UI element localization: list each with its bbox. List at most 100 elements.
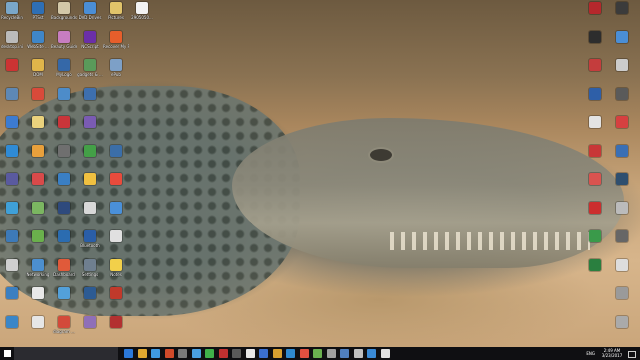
- desktop-icon-35[interactable]: [25, 201, 51, 215]
- desktop-right-icon-12[interactable]: [582, 173, 608, 186]
- desktop-icon-43[interactable]: [103, 230, 129, 243]
- desktop-icon-11[interactable]: [0, 59, 25, 72]
- taskbar-app-icon[interactable]: [164, 349, 174, 358]
- taskbar-app-icon[interactable]: [137, 349, 147, 358]
- desktop-icon-53[interactable]: [103, 287, 129, 300]
- desktop-right-icon-1[interactable]: [609, 2, 635, 15]
- desktop-right-icon-5[interactable]: [609, 59, 635, 72]
- desktop-right-icon-0[interactable]: [582, 2, 608, 15]
- desktop-icon-55[interactable]: [25, 315, 51, 329]
- desktop-icon-37[interactable]: [77, 201, 103, 215]
- desktop-icon-29[interactable]: [0, 173, 25, 186]
- desktop-icon-44[interactable]: [0, 258, 25, 272]
- desktop-right-icon-21[interactable]: [609, 315, 635, 329]
- desktop-icon-42[interactable]: Bluetooth: [77, 230, 103, 248]
- desktop-icon-12[interactable]: DOM: [25, 59, 51, 77]
- taskbar-app-icon[interactable]: [286, 349, 295, 358]
- desktop-icon-28[interactable]: [103, 144, 129, 158]
- notification-icon[interactable]: [628, 351, 636, 358]
- taskbar-app-icon[interactable]: [353, 349, 363, 358]
- desktop-icon-26[interactable]: [51, 144, 77, 158]
- taskbar-app-icon[interactable]: [191, 349, 201, 358]
- taskbar-app-icon[interactable]: [259, 349, 268, 358]
- desktop-icon-22[interactable]: [51, 116, 77, 129]
- desktop-right-icon-17[interactable]: [609, 230, 635, 243]
- taskbar-app-icon[interactable]: [232, 349, 241, 358]
- desktop-right-icon-6[interactable]: [582, 87, 608, 101]
- desktop-icon-30[interactable]: [25, 173, 51, 186]
- desktop-icon-48[interactable]: Notes: [103, 258, 129, 277]
- taskbar-app-icon[interactable]: [218, 349, 228, 358]
- desktop-icon-41[interactable]: [51, 230, 77, 243]
- desktop-icon-57[interactable]: [77, 315, 103, 329]
- desktop-icon-21[interactable]: [25, 116, 51, 129]
- taskbar-app-icon[interactable]: [367, 349, 376, 358]
- desktop-icon-0[interactable]: RecycleBin: [0, 2, 25, 20]
- desktop-icon-8[interactable]: Beauty Guide: [51, 30, 77, 49]
- desktop-icon-14[interactable]: gadgets & ...: [77, 59, 103, 77]
- taskbar-app-icon[interactable]: [124, 349, 133, 358]
- desktop-icon-13[interactable]: MyLogo: [51, 59, 77, 77]
- desktop-right-icon-4[interactable]: [582, 59, 608, 72]
- desktop-right-icon-18[interactable]: [582, 258, 608, 272]
- desktop-icon-19[interactable]: [77, 87, 103, 101]
- taskbar-app-icon[interactable]: [178, 349, 187, 358]
- desktop-icon-58[interactable]: [103, 315, 129, 329]
- desktop-icon-49[interactable]: [0, 287, 25, 300]
- desktop-icon-34[interactable]: [0, 201, 25, 215]
- desktop-icon-20[interactable]: [0, 116, 25, 129]
- desktop-icon-50[interactable]: [25, 287, 51, 300]
- taskbar-app-icon[interactable]: [299, 349, 309, 358]
- desktop-icon-52[interactable]: [77, 287, 103, 300]
- desktop-icon-7[interactable]: WebSite ...: [25, 30, 51, 49]
- desktop-icon-5[interactable]: 2905050...: [129, 2, 155, 20]
- desktop-icon-32[interactable]: [77, 173, 103, 186]
- desktop-icon-18[interactable]: [51, 87, 77, 101]
- desktop-icon-15[interactable]: ePub: [103, 59, 129, 77]
- desktop-right-icon-11[interactable]: [609, 144, 635, 158]
- desktop-right-icon-15[interactable]: [609, 201, 635, 215]
- clock[interactable]: 2:49 AM 3/23/2017: [598, 348, 626, 358]
- desktop-icon-3[interactable]: DVD Drives: [77, 2, 103, 20]
- desktop-icon-51[interactable]: [51, 287, 77, 300]
- desktop-icon-2[interactable]: Backgrounds: [51, 2, 77, 20]
- taskbar-app-icon[interactable]: [272, 349, 282, 358]
- desktop-icon-9[interactable]: NCScript: [77, 30, 103, 49]
- desktop-right-icon-7[interactable]: [609, 87, 635, 101]
- desktop-icon-31[interactable]: [51, 173, 77, 186]
- desktop-icon-4[interactable]: Pictures: [103, 2, 129, 20]
- desktop-icon-16[interactable]: [0, 87, 25, 101]
- taskbar-app-icon[interactable]: [340, 349, 349, 358]
- desktop-icon-39[interactable]: [0, 230, 25, 243]
- desktop-right-icon-16[interactable]: [582, 230, 608, 243]
- desktop-icon-36[interactable]: [51, 201, 77, 215]
- desktop-icon-33[interactable]: [103, 173, 129, 186]
- desktop-icon-1[interactable]: PTSst: [25, 2, 51, 20]
- desktop-right-icon-10[interactable]: [582, 144, 608, 158]
- desktop-icon-47[interactable]: Settings: [77, 258, 103, 277]
- desktop-right-icon-14[interactable]: [582, 201, 608, 215]
- desktop-icon-23[interactable]: [77, 116, 103, 129]
- taskbar-app-icon[interactable]: [205, 349, 214, 358]
- language-indicator[interactable]: ENG: [586, 351, 595, 356]
- desktop-right-icon-19[interactable]: [609, 258, 635, 272]
- taskbar-app-icon[interactable]: [380, 349, 390, 358]
- desktop-right-icon-8[interactable]: [582, 116, 608, 129]
- desktop-right-icon-20[interactable]: [609, 287, 635, 300]
- taskbar-app-icon[interactable]: [245, 349, 255, 358]
- desktop-icon-46[interactable]: Dashboard: [51, 258, 77, 277]
- desktop-icon-25[interactable]: [25, 144, 51, 158]
- taskbar-app-icon[interactable]: [326, 349, 336, 358]
- taskbar-app-icon[interactable]: [313, 349, 322, 358]
- desktop-icon-56[interactable]: diagram ...: [51, 315, 77, 334]
- desktop-icon-17[interactable]: [25, 87, 51, 101]
- desktop-icon-27[interactable]: [77, 144, 103, 158]
- desktop-right-icon-9[interactable]: [609, 116, 635, 129]
- taskbar-app-icon[interactable]: [151, 349, 160, 358]
- desktop-right-icon-2[interactable]: [582, 30, 608, 44]
- desktop-icon-6[interactable]: desktop.ini: [0, 30, 25, 49]
- start-button[interactable]: [0, 347, 14, 360]
- search-bar[interactable]: [14, 347, 118, 360]
- desktop-icon-40[interactable]: [25, 230, 51, 243]
- desktop-right-icon-3[interactable]: [609, 30, 635, 44]
